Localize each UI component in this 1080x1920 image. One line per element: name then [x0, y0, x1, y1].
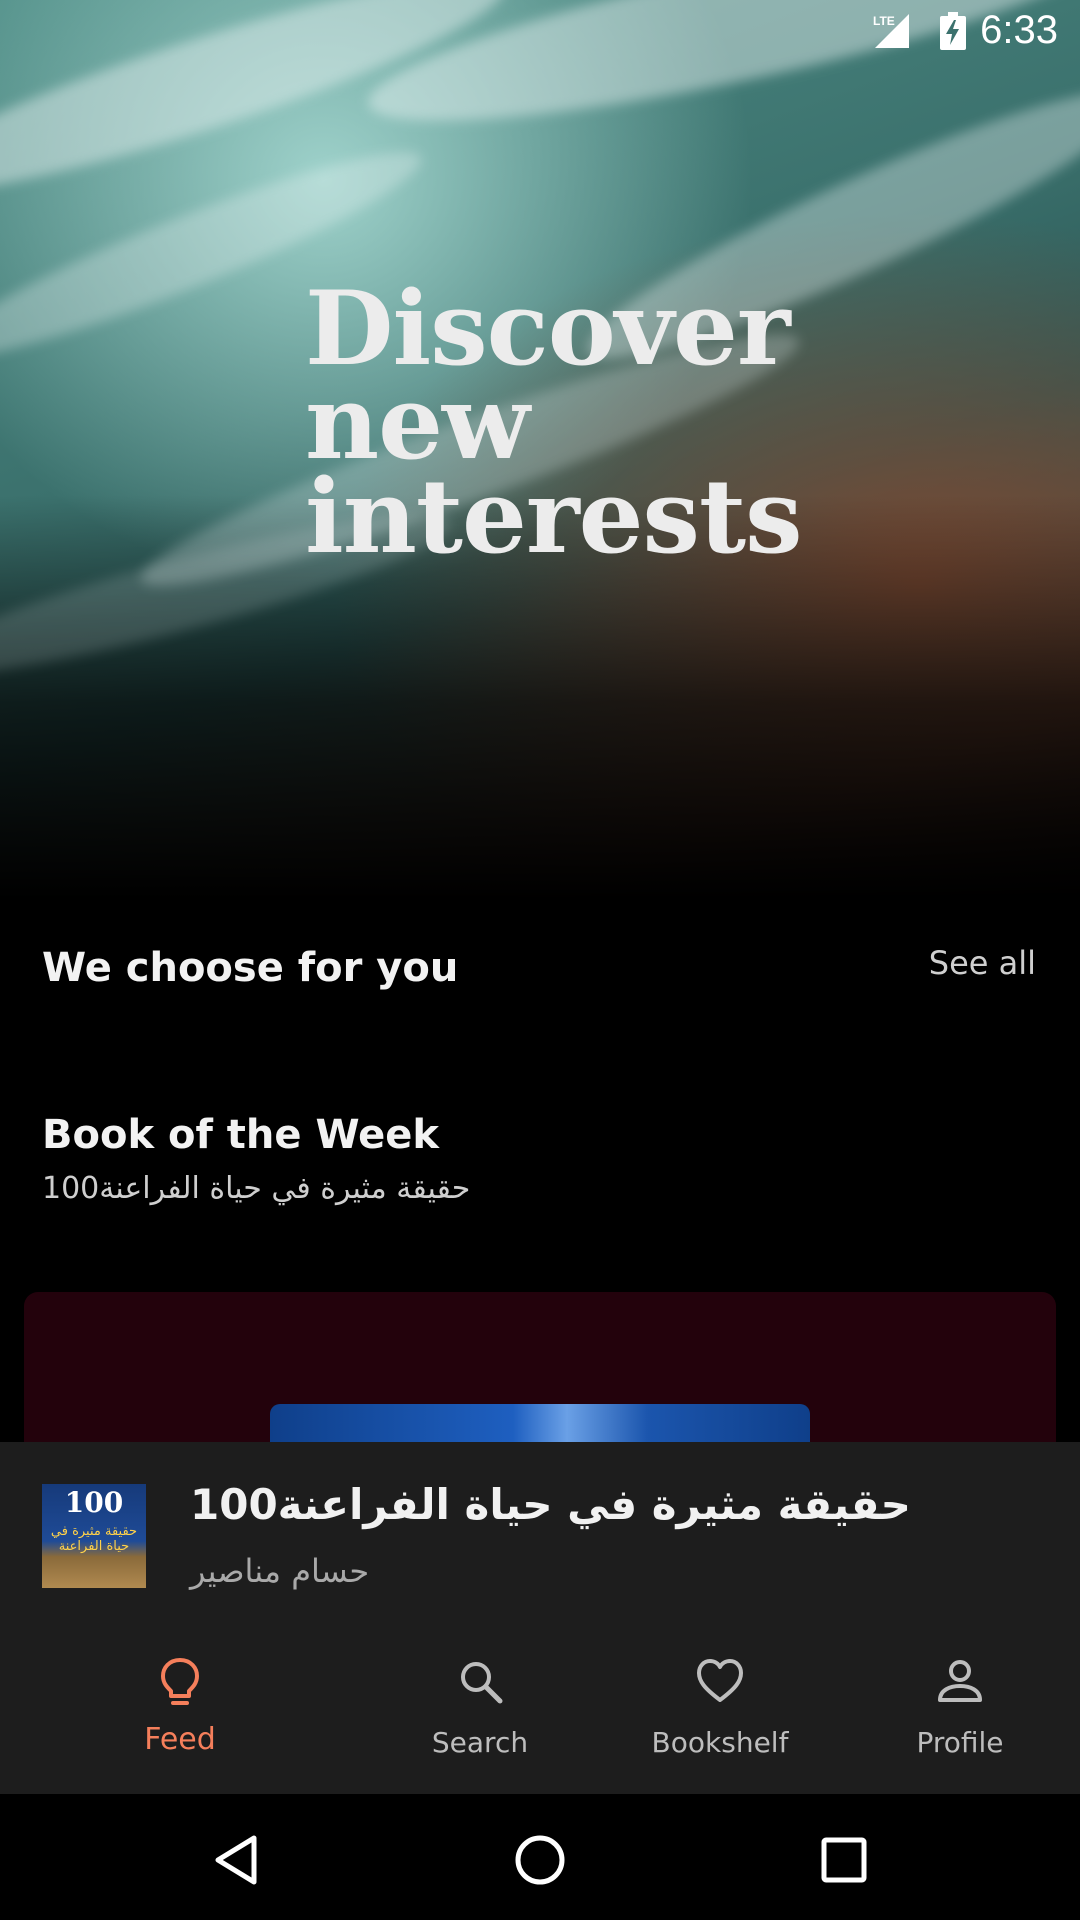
nav-label-feed: Feed: [144, 1722, 216, 1757]
nav-label-bookshelf: Bookshelf: [651, 1726, 789, 1759]
battery-charging-icon: [940, 12, 966, 50]
nav-item-feed[interactable]: Feed: [60, 1630, 300, 1794]
now-playing-title: 100حقيقة مثيرة في حياة الفراعنة: [190, 1480, 911, 1529]
hero-title-line-2: new: [305, 363, 530, 483]
see-all-link[interactable]: See all: [929, 944, 1036, 982]
network-label: LTE: [873, 14, 895, 28]
lte-signal-icon: LTE: [873, 14, 909, 48]
now-playing-author: حسام مناصير: [190, 1552, 370, 1590]
search-icon: [461, 1662, 503, 1704]
nav-label-search: Search: [431, 1726, 529, 1759]
nav-label-profile: Profile: [916, 1726, 1004, 1759]
thumbnail-text: حقيقة مثيرة في حياة الفراعنة: [50, 1524, 138, 1554]
nav-item-search[interactable]: Search: [360, 1630, 600, 1794]
bottom-navigation: Feed Search Bookshelf Profile: [0, 1630, 1080, 1794]
system-navigation-bar: [0, 1794, 1080, 1920]
hero-title-line-3: interests: [305, 457, 803, 577]
lightbulb-icon: [161, 1658, 199, 1705]
book-of-week-heading: Book of the Week: [42, 1112, 439, 1158]
hero-title-line-1: Discover: [305, 269, 791, 389]
nav-item-bookshelf[interactable]: Bookshelf: [600, 1630, 840, 1794]
back-icon[interactable]: [208, 1830, 268, 1890]
hero-banner: Discover new interests: [0, 0, 1080, 900]
thumbnail-number: 100: [64, 1486, 124, 1519]
home-icon[interactable]: [510, 1830, 570, 1890]
book-thumbnail: 100 حقيقة مثيرة في حياة الفراعنة: [42, 1484, 146, 1588]
now-playing-bar[interactable]: 100 حقيقة مثيرة في حياة الفراعنة 100حقيق…: [0, 1442, 1080, 1630]
nav-item-profile[interactable]: Profile: [840, 1630, 1080, 1794]
hero-title: Discover new interests: [305, 269, 803, 577]
book-of-week-subtitle: 100حقيقة مثيرة في حياة الفراعنة: [42, 1171, 471, 1206]
recents-icon[interactable]: [814, 1830, 874, 1890]
status-time: 6:33: [980, 8, 1058, 52]
person-icon: [938, 1660, 982, 1702]
heart-icon: [697, 1659, 743, 1702]
status-bar: LTE 6:33: [0, 0, 1080, 62]
section-title: We choose for you: [42, 945, 459, 991]
